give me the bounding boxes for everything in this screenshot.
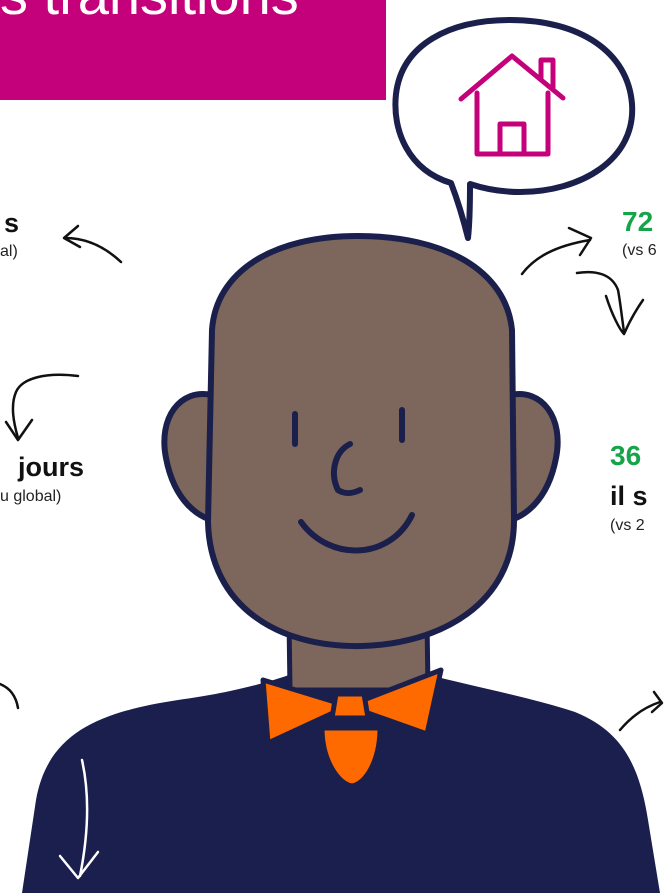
- right-top-note: (vs 6: [622, 242, 657, 259]
- illustration: [0, 17, 664, 893]
- arrow-right-top: [520, 226, 593, 276]
- arrow-left-top: [62, 224, 123, 264]
- right-bottom-value: 36: [610, 440, 642, 471]
- right-top-value: 72: [622, 206, 654, 237]
- head: [205, 233, 517, 650]
- right-bottom-title: il s: [610, 481, 648, 511]
- arrow-right-curl: [575, 270, 645, 336]
- left-top-note: al): [0, 243, 18, 260]
- left-middle-title: jours: [18, 452, 85, 482]
- arrow-left-curl: [4, 373, 80, 442]
- arrow-left-bottom: [0, 682, 20, 710]
- left-middle-note: u global): [0, 488, 62, 505]
- infographic-canvas: s transitions: [0, 0, 667, 893]
- arrow-right-bottom: [618, 690, 664, 732]
- right-bottom-note: (vs 2: [610, 517, 645, 534]
- speech-bubble: [392, 17, 636, 241]
- left-top-title: s: [4, 208, 20, 238]
